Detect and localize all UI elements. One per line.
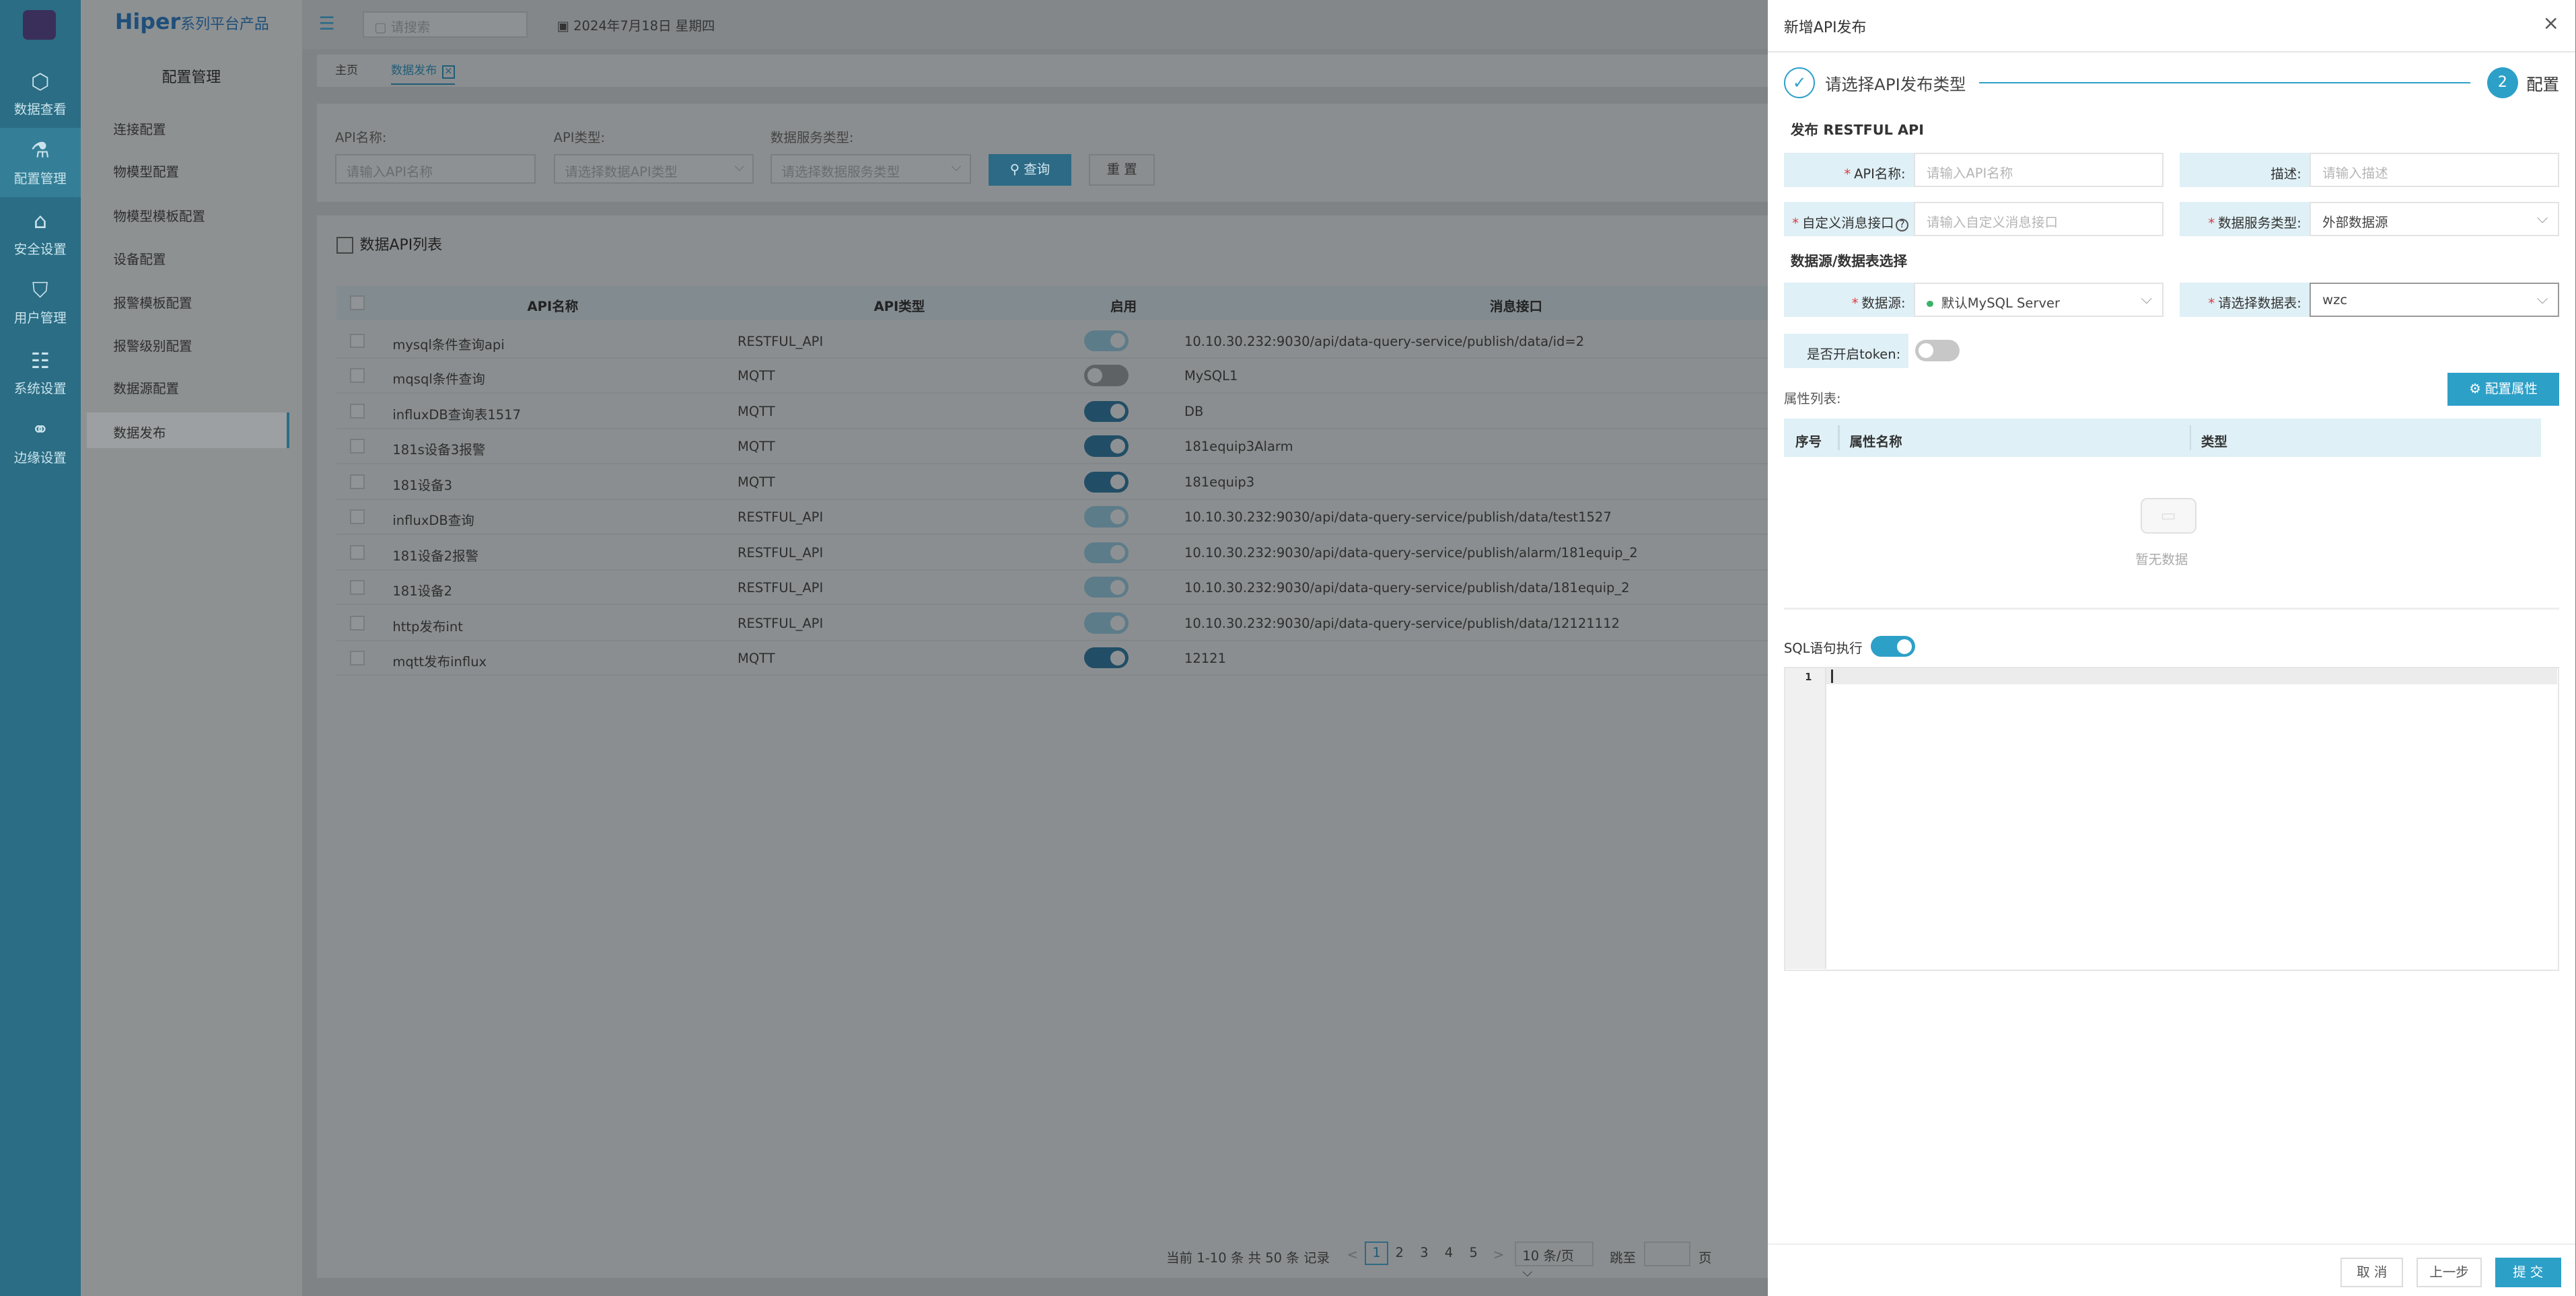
chevron-down-icon: ⌵ xyxy=(2141,290,2153,308)
prev-step-button[interactable]: 上一步 xyxy=(2416,1258,2482,1288)
status-dot-icon xyxy=(1926,300,1933,308)
section-divider xyxy=(1783,608,2560,610)
active-line xyxy=(1826,668,2558,685)
attribute-table-header: 序号 属性名称 类型 xyxy=(1783,419,2542,457)
datasource-select[interactable]: 默认MySQL Server ⌵ xyxy=(1913,282,2163,318)
table-select[interactable]: wzc ⌵ xyxy=(2310,282,2560,318)
step-1-label: 请选择API发布类型 xyxy=(1824,75,1966,95)
config-attributes-button[interactable]: ⚙ 配置属性 xyxy=(2447,373,2560,406)
chevron-down-icon: ⌵ xyxy=(2536,209,2548,227)
close-icon[interactable]: × xyxy=(2543,11,2560,34)
cancel-button[interactable]: 取 消 xyxy=(2340,1258,2404,1288)
drawer-footer: 取 消 上一步 提 交 xyxy=(1767,1243,2576,1296)
custom-endpoint-input[interactable]: 请输入自定义消息接口 xyxy=(1913,202,2163,237)
desc-label: 描述: xyxy=(2180,153,2310,188)
chevron-down-icon: ⌵ xyxy=(2536,290,2548,308)
datasource-label: * 数据源: xyxy=(1783,282,1914,318)
token-label: 是否开启token: xyxy=(1783,333,1909,368)
step-2-label: 配置 xyxy=(2526,75,2560,95)
line-number: 1 xyxy=(1805,671,1812,683)
api-name-input[interactable]: 请输入API名称 xyxy=(1913,153,2163,188)
step-1-check-icon: ✓ xyxy=(1783,67,1816,99)
step-2-badge: 2 xyxy=(2486,67,2519,99)
section-source-title: 数据源/数据表选择 xyxy=(1790,253,1908,270)
help-icon[interactable]: ? xyxy=(1895,218,1909,232)
service-type-label: * 数据服务类型: xyxy=(2180,202,2310,237)
sql-editor[interactable]: 1 xyxy=(1783,667,2560,971)
submit-button[interactable]: 提 交 xyxy=(2495,1258,2561,1288)
empty-text: 暂无数据 xyxy=(2135,552,2188,568)
editor-gutter: 1 xyxy=(1785,668,1826,969)
token-toggle[interactable] xyxy=(1915,340,1960,361)
table-label: * 请选择数据表: xyxy=(2180,282,2310,318)
col-divider xyxy=(1838,425,1840,450)
drawer-title: 新增API发布 xyxy=(1783,20,1867,37)
empty-box-icon: ▭ xyxy=(2140,497,2196,534)
sql-exec-toggle[interactable] xyxy=(1871,635,1916,657)
api-name-label: * API名称: xyxy=(1783,153,1914,188)
desc-input[interactable]: 请输入描述 xyxy=(2310,153,2560,188)
col-index: 序号 xyxy=(1795,433,1822,449)
text-caret xyxy=(1831,670,1833,683)
sql-exec-label: SQL语句执行 xyxy=(1783,641,1863,657)
drawer-divider xyxy=(1767,50,2576,53)
custom-endpoint-label: * 自定义消息接口? xyxy=(1783,202,1914,237)
col-divider xyxy=(2189,425,2192,450)
col-attr-type: 类型 xyxy=(2201,433,2227,449)
section-publish-title: 发布 RESTFUL API xyxy=(1790,121,1924,138)
drawer-layer: 新增API发布 × ✓ 请选择API发布类型 2 配置 发布 RESTFUL A… xyxy=(0,0,2576,1296)
gear-icon: ⚙ xyxy=(2469,381,2485,397)
col-attr-name: 属性名称 xyxy=(1849,433,1902,449)
service-type-select[interactable]: 外部数据源 ⌵ xyxy=(2310,202,2560,237)
attribute-list-label: 属性列表: xyxy=(1783,391,1841,407)
step-connector xyxy=(1979,82,2471,84)
